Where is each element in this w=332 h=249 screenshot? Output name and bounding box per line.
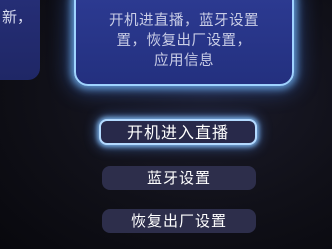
menu-item-factory-reset[interactable]: 恢复出厂设置 (102, 209, 256, 233)
settings-menu: 开机进入直播 蓝牙设置 恢复出厂设置 (0, 0, 332, 249)
menu-item-bluetooth-settings[interactable]: 蓝牙设置 (102, 166, 256, 190)
menu-item-boot-to-live[interactable]: 开机进入直播 (99, 119, 257, 145)
